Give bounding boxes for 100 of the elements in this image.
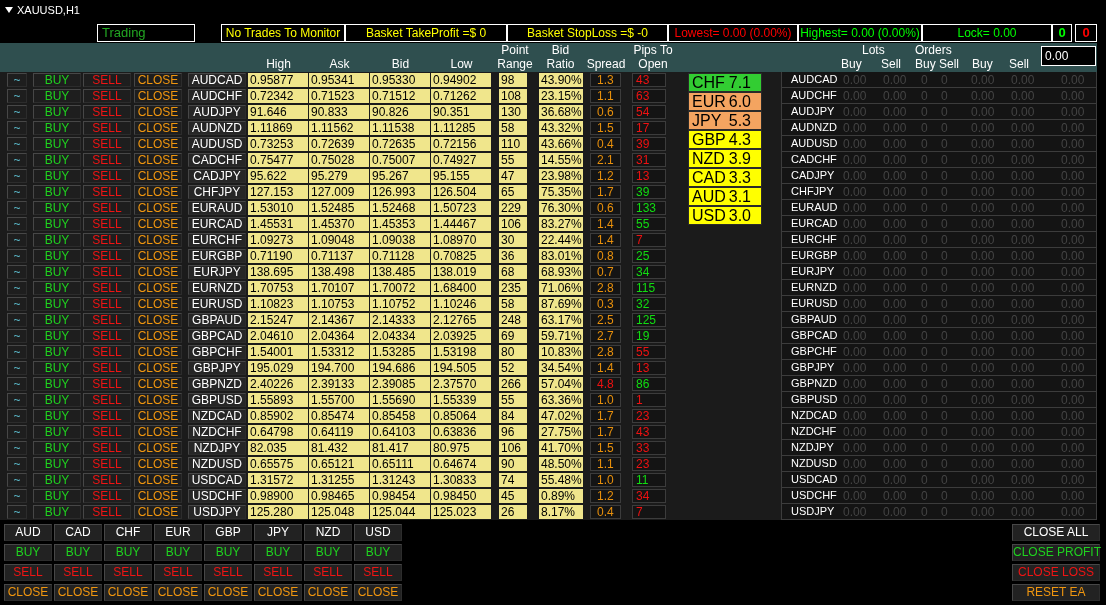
buy-button[interactable]: BUY — [54, 544, 102, 561]
close-loss-button[interactable]: CLOSE LOSS — [1012, 564, 1100, 581]
pair-button[interactable]: GBPUSD — [188, 393, 246, 407]
close-button[interactable]: CLOSE — [134, 441, 182, 455]
close-button[interactable]: CLOSE — [134, 473, 182, 487]
tilde-button[interactable]: ~ — [7, 409, 27, 423]
tilde-button[interactable]: ~ — [7, 329, 27, 343]
pair-button[interactable]: GBPJPY — [188, 361, 246, 375]
buy-button[interactable]: BUY — [33, 185, 81, 199]
sell-button[interactable]: SELL — [83, 345, 131, 359]
sell-button[interactable]: SELL — [83, 505, 131, 519]
close-button[interactable]: CLOSE — [134, 73, 182, 87]
tilde-button[interactable]: ~ — [7, 249, 27, 263]
sell-button[interactable]: SELL — [83, 201, 131, 215]
close-button[interactable]: CLOSE — [254, 584, 302, 601]
tilde-button[interactable]: ~ — [7, 233, 27, 247]
close-button[interactable]: CLOSE — [134, 201, 182, 215]
pair-button[interactable]: USDCAD — [188, 473, 246, 487]
buy-button[interactable]: BUY — [33, 169, 81, 183]
pair-button[interactable]: NZDCAD — [188, 409, 246, 423]
tilde-button[interactable]: ~ — [7, 425, 27, 439]
sell-button[interactable]: SELL — [83, 377, 131, 391]
currency-button[interactable]: NZD — [304, 524, 352, 541]
buy-button[interactable]: BUY — [33, 265, 81, 279]
sell-button[interactable]: SELL — [83, 457, 131, 471]
pair-button[interactable]: EURUSD — [188, 297, 246, 311]
buy-button[interactable]: BUY — [4, 544, 52, 561]
pair-button[interactable]: USDJPY — [188, 505, 246, 519]
buy-button[interactable]: BUY — [33, 217, 81, 231]
buy-button[interactable]: BUY — [204, 544, 252, 561]
close-button[interactable]: CLOSE — [134, 169, 182, 183]
buy-button[interactable]: BUY — [33, 121, 81, 135]
currency-button[interactable]: CAD — [54, 524, 102, 541]
close-button[interactable]: CLOSE — [134, 313, 182, 327]
sell-button[interactable]: SELL — [83, 409, 131, 423]
sell-button[interactable]: SELL — [83, 137, 131, 151]
sell-button[interactable]: SELL — [83, 313, 131, 327]
sell-button[interactable]: SELL — [204, 564, 252, 581]
sell-button[interactable]: SELL — [83, 297, 131, 311]
tilde-button[interactable]: ~ — [7, 201, 27, 215]
pair-button[interactable]: GBPCAD — [188, 329, 246, 343]
buy-button[interactable]: BUY — [33, 377, 81, 391]
buy-button[interactable]: BUY — [33, 361, 81, 375]
buy-button[interactable]: BUY — [33, 345, 81, 359]
buy-button[interactable]: BUY — [254, 544, 302, 561]
sell-button[interactable]: SELL — [54, 564, 102, 581]
close-all-button[interactable]: CLOSE ALL — [1012, 524, 1100, 541]
sell-button[interactable]: SELL — [83, 185, 131, 199]
close-button[interactable]: CLOSE — [134, 297, 182, 311]
pair-button[interactable]: NZDCHF — [188, 425, 246, 439]
tilde-button[interactable]: ~ — [7, 473, 27, 487]
tilde-button[interactable]: ~ — [7, 73, 27, 87]
close-button[interactable]: CLOSE — [134, 393, 182, 407]
buy-button[interactable]: BUY — [154, 544, 202, 561]
sell-button[interactable]: SELL — [83, 89, 131, 103]
buy-button[interactable]: BUY — [33, 249, 81, 263]
pair-button[interactable]: EURGBP — [188, 249, 246, 263]
pair-button[interactable]: AUDUSD — [188, 137, 246, 151]
sell-button[interactable]: SELL — [83, 121, 131, 135]
sell-button[interactable]: SELL — [83, 233, 131, 247]
tilde-button[interactable]: ~ — [7, 441, 27, 455]
tilde-button[interactable]: ~ — [7, 185, 27, 199]
sell-button[interactable]: SELL — [83, 393, 131, 407]
buy-button[interactable]: BUY — [104, 544, 152, 561]
sell-button[interactable]: SELL — [83, 153, 131, 167]
tilde-button[interactable]: ~ — [7, 297, 27, 311]
sell-button[interactable]: SELL — [83, 169, 131, 183]
buy-button[interactable]: BUY — [33, 233, 81, 247]
close-button[interactable]: CLOSE — [134, 361, 182, 375]
sell-button[interactable]: SELL — [354, 564, 402, 581]
close-button[interactable]: CLOSE — [134, 489, 182, 503]
close-button[interactable]: CLOSE — [134, 409, 182, 423]
close-button[interactable]: CLOSE — [304, 584, 352, 601]
currency-button[interactable]: GBP — [204, 524, 252, 541]
tilde-button[interactable]: ~ — [7, 313, 27, 327]
buy-button[interactable]: BUY — [33, 489, 81, 503]
buy-button[interactable]: BUY — [33, 473, 81, 487]
sell-button[interactable]: SELL — [83, 329, 131, 343]
pair-button[interactable]: NZDUSD — [188, 457, 246, 471]
tilde-button[interactable]: ~ — [7, 489, 27, 503]
pair-button[interactable]: AUDCHF — [188, 89, 246, 103]
buy-button[interactable]: BUY — [33, 393, 81, 407]
close-profit-button[interactable]: CLOSE PROFIT — [1012, 544, 1100, 561]
close-button[interactable]: CLOSE — [134, 233, 182, 247]
close-button[interactable]: CLOSE — [134, 505, 182, 519]
sell-button[interactable]: SELL — [83, 489, 131, 503]
buy-button[interactable]: BUY — [33, 505, 81, 519]
close-button[interactable]: CLOSE — [134, 185, 182, 199]
buy-button[interactable]: BUY — [33, 313, 81, 327]
sell-button[interactable]: SELL — [83, 249, 131, 263]
tilde-button[interactable]: ~ — [7, 393, 27, 407]
buy-button[interactable]: BUY — [33, 105, 81, 119]
sell-button[interactable]: SELL — [83, 281, 131, 295]
tilde-button[interactable]: ~ — [7, 137, 27, 151]
tilde-button[interactable]: ~ — [7, 265, 27, 279]
close-button[interactable]: CLOSE — [134, 217, 182, 231]
sell-button[interactable]: SELL — [83, 361, 131, 375]
pair-button[interactable]: AUDJPY — [188, 105, 246, 119]
tilde-button[interactable]: ~ — [7, 361, 27, 375]
close-button[interactable]: CLOSE — [134, 249, 182, 263]
